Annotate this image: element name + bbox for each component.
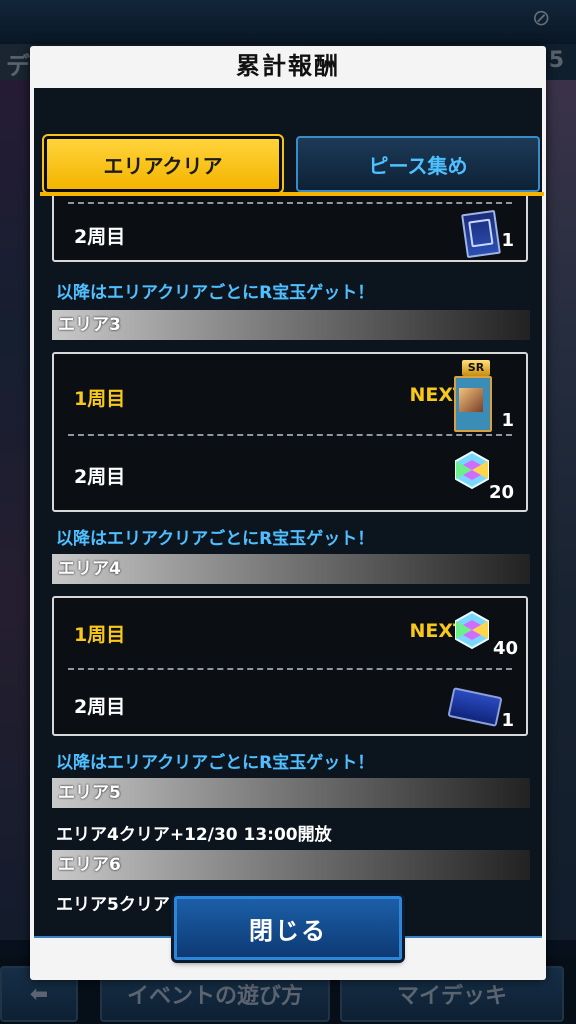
lap-label: 2周目 <box>74 226 126 248</box>
area-note: 以降はエリアクリアごとにR宝玉ゲット！ <box>56 753 375 773</box>
lap-label: 2周目 <box>74 696 126 718</box>
lap-label: 1周目 <box>74 388 126 410</box>
reward-count: 40 <box>492 638 518 659</box>
area6-header: エリア6 <box>52 850 530 880</box>
reward-count: 1 <box>501 410 514 431</box>
reward-row: 1周目 NEXT 40 <box>54 598 526 666</box>
area4-header: エリア4 <box>52 554 530 584</box>
close-button[interactable]: 閉じる <box>174 896 402 960</box>
reward-row: 1周目 NEXT SR 1 <box>54 354 526 432</box>
area5-unlock-text: エリア4クリア+12/30 13:00開放 <box>56 825 332 845</box>
gem-icon <box>455 450 489 490</box>
cumulative-reward-dialog: 累計報酬 エリアクリア ピース集め 2周目 1 以降はエリアクリアごとにR宝玉ゲ… <box>30 46 546 980</box>
reward-count: 1 <box>501 230 514 251</box>
reward-count: 1 <box>501 710 514 731</box>
sr-card-icon <box>454 376 492 432</box>
area-note: 以降はエリアクリアごとにR宝玉ゲット！ <box>56 529 375 549</box>
lap-label: 2周目 <box>74 466 126 488</box>
dialog-body: エリアクリア ピース集め 2周目 1 以降はエリアクリアごとにR宝玉ゲット！ エ… <box>34 88 544 938</box>
reward-row: 2周目 1 <box>54 208 526 262</box>
area5-header: エリア5 <box>52 778 530 808</box>
tab-area-clear[interactable]: エリアクリア <box>42 134 284 194</box>
reward-row: 2周目 20 <box>54 436 526 512</box>
reward-row: 2周目 1 <box>54 670 526 736</box>
area3-header: エリア3 <box>52 310 530 340</box>
reward-list[interactable]: 2周目 1 以降はエリアクリアごとにR宝玉ゲット！ エリア3 1周目 NEXT … <box>38 196 546 972</box>
sr-badge: SR <box>462 360 490 376</box>
area-note: 以降はエリアクリアごとにR宝玉ゲット！ <box>56 283 375 303</box>
divider <box>68 202 512 204</box>
reward-card-area3: 1周目 NEXT SR 1 2周目 20 <box>52 352 528 512</box>
deck-case-icon <box>447 687 503 727</box>
card-pack-icon <box>461 209 501 259</box>
gem-icon <box>455 610 489 650</box>
tab-piece-collect[interactable]: ピース集め <box>296 136 540 192</box>
dialog-title: 累計報酬 <box>236 52 340 80</box>
reward-card-area4: 1周目 NEXT 40 2周目 1 <box>52 596 528 736</box>
reward-count: 20 <box>488 482 514 503</box>
lap-label: 1周目 <box>74 624 126 646</box>
reward-card-area2: 2周目 1 <box>52 196 528 262</box>
